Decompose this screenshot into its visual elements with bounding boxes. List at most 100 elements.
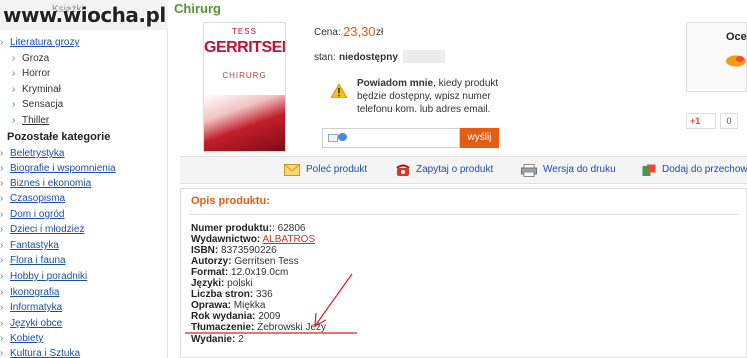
divider bbox=[189, 214, 739, 215]
chevron-right-icon: › bbox=[12, 53, 16, 64]
chevron-right-icon: › bbox=[0, 178, 4, 189]
notify-contact-input[interactable] bbox=[322, 128, 460, 148]
sidebar-category-label: Hobby i poradniki bbox=[10, 271, 88, 282]
detail-value: polski bbox=[227, 278, 253, 289]
ask-about-product-link[interactable]: Zapytaj o produkt bbox=[396, 162, 493, 180]
sidebar-category-link[interactable]: › Ikonografia bbox=[0, 286, 59, 300]
publisher-link[interactable]: ALBATROS bbox=[263, 234, 316, 245]
chevron-right-icon: › bbox=[0, 240, 4, 251]
sidebar-category-link[interactable]: › Beletrystyka bbox=[0, 147, 64, 161]
detail-value: Żebrowski Jeży bbox=[257, 322, 327, 333]
sidebar-category-label: Biografie i wspomnienia bbox=[10, 163, 116, 174]
detail-value: 2 bbox=[238, 334, 244, 345]
cover-author-first-name: TESS bbox=[232, 27, 257, 36]
sidebar-item-sensacja[interactable]: › Sensacja bbox=[12, 98, 63, 112]
sidebar-item-kryminal[interactable]: › Kryminał bbox=[12, 83, 61, 97]
sidebar-category-link[interactable]: › Dom i ogród bbox=[0, 208, 64, 222]
notify-me-bold: Powiadom mnie bbox=[357, 78, 434, 89]
category-sidebar: Książki www.wiocha.pl › Literatura grozy … bbox=[0, 0, 168, 358]
sidebar-category-link[interactable]: › Biznes i ekonomia bbox=[0, 177, 91, 191]
price-currency: zł bbox=[376, 27, 384, 38]
detail-key: Liczba stron: bbox=[191, 289, 254, 300]
detail-key: Autorzy: bbox=[191, 256, 232, 267]
chat-bubble-icon bbox=[338, 133, 347, 141]
watermark-logo: www.wiocha.pl bbox=[3, 3, 166, 27]
chevron-right-icon: › bbox=[0, 302, 4, 313]
sidebar-category-link[interactable]: › Kobiety bbox=[0, 332, 43, 346]
sidebar-item-label: Groza bbox=[22, 53, 50, 64]
chevron-right-icon: › bbox=[0, 163, 4, 174]
toolbar-item-label: Wersja do druku bbox=[543, 164, 616, 175]
sidebar-category-label: Czasopisma bbox=[10, 193, 66, 204]
sidebar-category-label: Języki obce bbox=[10, 318, 63, 329]
sidebar-category-label: Beletrystyka bbox=[10, 148, 65, 159]
product-description-panel: Opis produktu: Numer produktu:: 62806 Wy… bbox=[180, 188, 747, 358]
storage-icon bbox=[642, 164, 656, 176]
detail-value: Gerritsen Tess bbox=[234, 256, 299, 267]
sidebar-category-link[interactable]: › Kultura i Sztuka bbox=[0, 347, 80, 358]
send-button[interactable]: wyślij bbox=[460, 128, 499, 148]
sidebar-category-label: Flora i fauna bbox=[10, 255, 66, 266]
sidebar-category-link[interactable]: › Czasopisma bbox=[0, 192, 65, 206]
rating-stars-icon[interactable] bbox=[725, 53, 747, 67]
sidebar-category-label: Kultura i Sztuka bbox=[10, 348, 81, 358]
google-plus-button[interactable]: +1 bbox=[686, 113, 716, 129]
detail-value: 12.0x19.0cm bbox=[231, 267, 289, 278]
sidebar-item-label: Thiller bbox=[22, 115, 50, 126]
sidebar-category-label: Informatyka bbox=[10, 302, 63, 313]
chevron-right-icon: › bbox=[0, 255, 4, 266]
sidebar-category-link[interactable]: › Języki obce bbox=[0, 317, 62, 331]
chevron-right-icon: › bbox=[0, 37, 4, 48]
sidebar-category-label: Fantastyka bbox=[10, 240, 59, 251]
recommend-product-link[interactable]: Poleć produkt bbox=[284, 162, 367, 180]
cover-artwork bbox=[204, 95, 285, 151]
notify-me-text: Powiadom mnie, kiedy produkt będzie dost… bbox=[357, 77, 502, 116]
sidebar-category-label: Kobiety bbox=[10, 333, 44, 344]
detail-key: Tłumaczenie: bbox=[191, 322, 255, 333]
detail-key: Rok wydania: bbox=[191, 311, 256, 322]
description-title: Opis produktu: bbox=[191, 195, 270, 207]
chevron-right-icon: › bbox=[0, 271, 4, 282]
chevron-right-icon: › bbox=[0, 333, 4, 344]
sidebar-item-label: Horror bbox=[22, 68, 51, 79]
print-version-link[interactable]: Wersja do druku bbox=[521, 162, 616, 180]
chevron-right-icon: › bbox=[0, 193, 4, 204]
chevron-right-icon: › bbox=[0, 224, 4, 235]
envelope-icon bbox=[328, 134, 338, 142]
detail-key: Wydanie: bbox=[191, 334, 236, 345]
chevron-right-icon: › bbox=[12, 68, 16, 79]
detail-value: Miękka bbox=[233, 300, 266, 311]
add-to-storage-link[interactable]: Dodaj do przechowalni bbox=[642, 162, 747, 180]
sidebar-category-link[interactable]: › Dzieci i młodzież bbox=[0, 223, 84, 237]
product-actions-toolbar: Poleć produkt Zapytaj o produkt Wersja d… bbox=[180, 156, 747, 184]
google-plus-count: 0 bbox=[720, 113, 738, 129]
toolbar-item-label: Zapytaj o produkt bbox=[416, 164, 494, 175]
detail-key: Format: bbox=[191, 267, 229, 278]
sidebar-item-label: Sensacja bbox=[22, 99, 64, 110]
detail-value: 336 bbox=[256, 289, 273, 300]
rating-box: Oce bbox=[686, 22, 747, 92]
detail-value: : 62806 bbox=[272, 223, 306, 234]
sidebar-category-link[interactable]: › Informatyka bbox=[0, 301, 62, 315]
sidebar-category-link[interactable]: › Biografie i wspomnienia bbox=[0, 162, 116, 176]
detail-key: Oprawa: bbox=[191, 300, 232, 311]
sidebar-item-horror[interactable]: › Horror bbox=[12, 67, 50, 81]
chevron-right-icon: › bbox=[12, 99, 16, 110]
google-plus-label: +1 bbox=[690, 116, 701, 126]
book-cover-image[interactable]: TESS GERRITSEN CHIRURG bbox=[203, 22, 286, 152]
detail-key: ISBN: bbox=[191, 245, 219, 256]
detail-value: 2009 bbox=[258, 311, 281, 322]
sidebar-category-link[interactable]: › Fantastyka bbox=[0, 239, 59, 253]
sidebar-item-literatura-grozy[interactable]: › Literatura grozy bbox=[0, 36, 79, 50]
sidebar-category-link[interactable]: › Flora i fauna bbox=[0, 254, 66, 268]
envelope-icon bbox=[284, 164, 300, 176]
phone-icon bbox=[396, 164, 410, 176]
sidebar-category-label: Dzieci i młodzież bbox=[10, 224, 85, 235]
rating-label: Oce bbox=[726, 31, 747, 43]
sidebar-item-groza[interactable]: › Groza bbox=[12, 52, 49, 66]
chevron-right-icon: › bbox=[0, 348, 4, 358]
chevron-right-icon: › bbox=[0, 209, 4, 220]
sidebar-item-thiller[interactable]: › Thiller bbox=[12, 114, 49, 128]
sidebar-item-label: Literatura grozy bbox=[10, 37, 80, 48]
sidebar-category-link[interactable]: › Hobby i poradniki bbox=[0, 270, 87, 284]
